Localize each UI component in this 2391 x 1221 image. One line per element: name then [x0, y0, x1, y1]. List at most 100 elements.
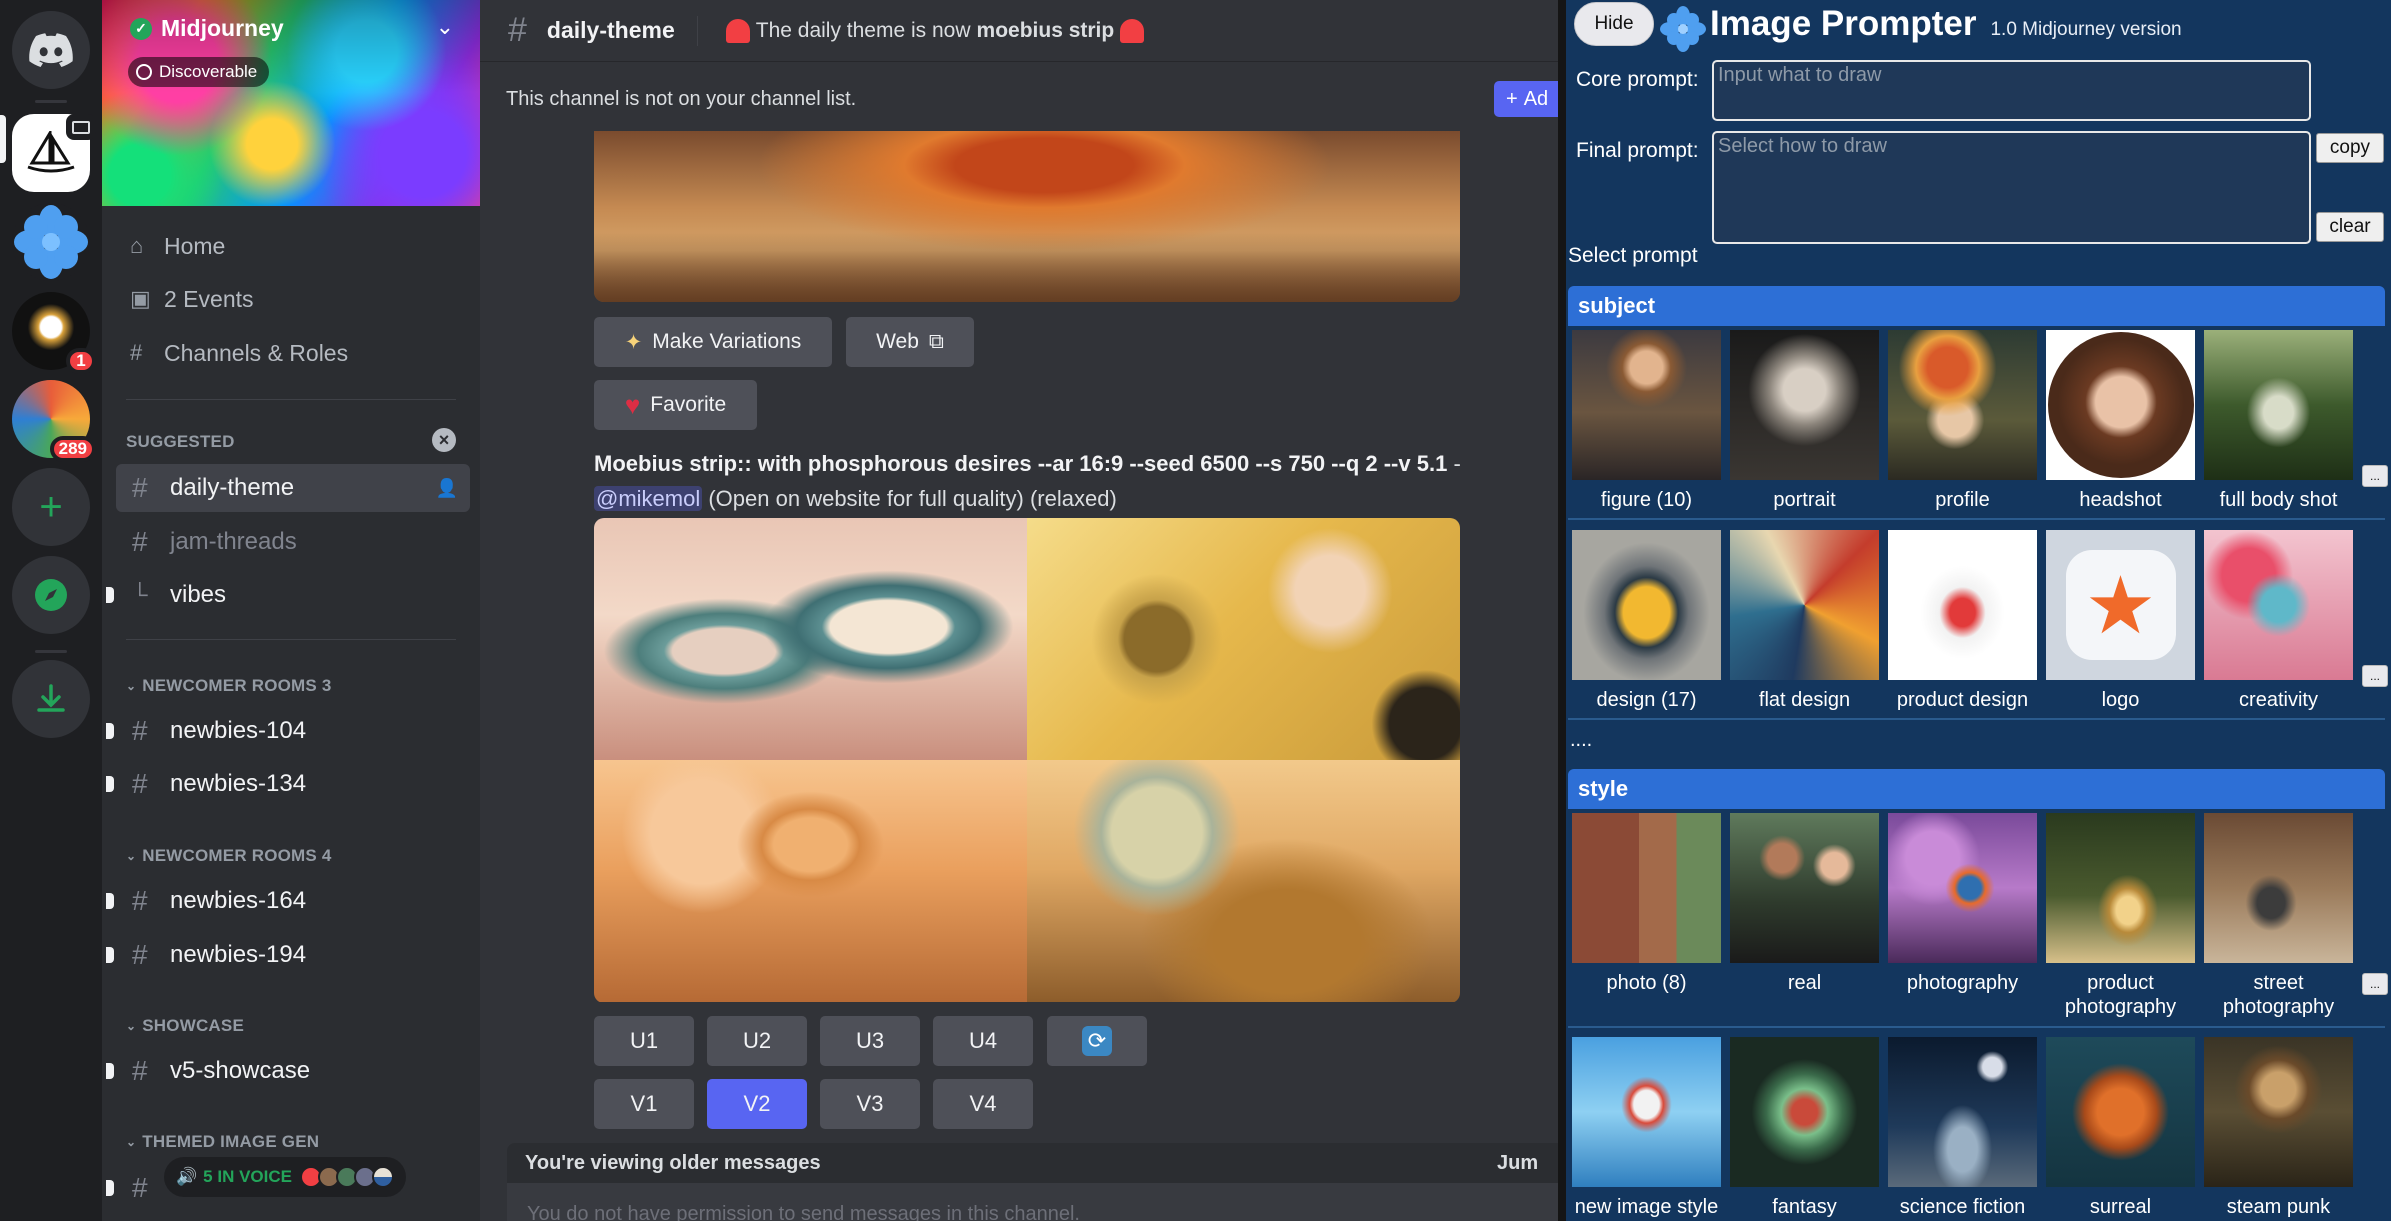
category-label: NEWCOMER ROOMS 3: [142, 676, 332, 695]
grid-image-4[interactable]: [1027, 760, 1460, 1002]
grid-image-3[interactable]: [594, 760, 1027, 1002]
category-showcase[interactable]: ⌄ SHOWCASE: [126, 1016, 244, 1036]
nav-events[interactable]: ▣ 2 Events: [130, 277, 472, 321]
prompt-tile[interactable]: portrait: [1730, 330, 1879, 512]
category-newcomer-4[interactable]: ⌄ NEWCOMER ROOMS 4: [126, 846, 332, 866]
channel-newbies-164[interactable]: # newbies-164: [106, 877, 470, 925]
favorite-button[interactable]: ♥ Favorite: [594, 380, 757, 430]
section-subject[interactable]: subject: [1568, 286, 2385, 326]
category-themed-image-gen[interactable]: ⌄ THEMED IMAGE GEN: [126, 1132, 319, 1152]
make-variations-button[interactable]: ✦ Make Variations: [594, 317, 832, 367]
channel-label: newbies-164: [170, 887, 307, 914]
speaker-icon: 🔊: [176, 1167, 198, 1186]
prompt-tile[interactable]: design (17): [1572, 530, 1721, 712]
prompt-tile[interactable]: figure (10): [1572, 330, 1721, 512]
notice-text: This channel is not on your channel list…: [506, 87, 857, 110]
prompt-tile[interactable]: headshot: [2046, 330, 2195, 512]
hash-icon: #: [132, 939, 148, 970]
variation-1-button[interactable]: V1: [594, 1079, 694, 1129]
variation-3-button[interactable]: V3: [820, 1079, 920, 1129]
discord-home-icon[interactable]: [12, 11, 90, 89]
prompt-tile[interactable]: flat design: [1730, 530, 1879, 712]
add-member-icon[interactable]: 👤: [436, 478, 458, 499]
dragon-server-icon[interactable]: 1: [12, 292, 96, 374]
category-newcomer-3[interactable]: ⌄ NEWCOMER ROOMS 3: [126, 676, 332, 696]
grid-image-2[interactable]: [1027, 518, 1460, 760]
clear-button[interactable]: clear: [2316, 212, 2384, 242]
prompt-tile[interactable]: product photography: [2046, 813, 2195, 1019]
hide-button[interactable]: Hide: [1574, 2, 1654, 46]
chevron-down-icon[interactable]: ⌄: [436, 14, 454, 40]
plus-icon: +: [1506, 87, 1518, 110]
channel-newbies-104[interactable]: # newbies-104: [106, 707, 470, 755]
variation-4-button[interactable]: V4: [933, 1079, 1033, 1129]
channel-topic[interactable]: The daily theme is now moebius strip: [725, 18, 1145, 43]
explore-servers-icon[interactable]: [12, 556, 90, 634]
thread-vibes[interactable]: └ vibes: [106, 571, 470, 619]
prompt-tile[interactable]: product design: [1888, 530, 2037, 712]
copy-button[interactable]: copy: [2316, 133, 2384, 163]
previous-image[interactable]: [594, 131, 1460, 302]
variation-2-button[interactable]: V2: [707, 1079, 807, 1129]
voice-status-pill[interactable]: 🔊 5 IN VOICE: [164, 1157, 406, 1197]
blue-flower-server-icon[interactable]: [12, 203, 90, 281]
core-prompt-input[interactable]: Input what to draw: [1712, 60, 2311, 121]
jump-to-present-link[interactable]: Jum: [1497, 1152, 1538, 1175]
nav-home[interactable]: ⌂ Home: [130, 224, 472, 268]
user-mention[interactable]: @mikemol: [594, 486, 703, 511]
category-suggested[interactable]: SUGGESTED: [126, 432, 235, 452]
flower-logo-icon: [1660, 6, 1706, 52]
prompt-tile[interactable]: full body shot: [2204, 330, 2353, 512]
close-icon[interactable]: ×: [432, 428, 456, 452]
add-server-icon[interactable]: +: [12, 468, 90, 546]
download-apps-icon[interactable]: [12, 660, 90, 738]
hash-icon: #: [132, 885, 148, 916]
channel-v5-showcase[interactable]: # v5-showcase: [106, 1047, 470, 1095]
prompt-tile[interactable]: science fiction: [1888, 1037, 2037, 1219]
reroll-button[interactable]: ⟳: [1047, 1016, 1147, 1066]
web-button[interactable]: Web ⧉: [846, 317, 974, 367]
prompt-tile[interactable]: new image style: [1572, 1037, 1721, 1219]
channel-label: vibes: [170, 581, 227, 608]
prompt-tile[interactable]: fantasy: [1730, 1037, 1879, 1219]
more-button[interactable]: ...: [2362, 665, 2388, 687]
prompt-tile[interactable]: photo (8): [1572, 813, 1721, 995]
globe-icon: [136, 64, 152, 80]
server-rail: 1 289 +: [0, 0, 102, 1221]
upscale-2-button[interactable]: U2: [707, 1016, 807, 1066]
channel-newbies-134[interactable]: # newbies-134: [106, 760, 470, 808]
channel-title: daily-theme: [546, 17, 675, 43]
product-photography-thumbnail: [2046, 813, 2195, 963]
older-text: You're viewing older messages: [525, 1151, 821, 1174]
upscale-3-button[interactable]: U3: [820, 1016, 920, 1066]
section-style[interactable]: style: [1568, 769, 2385, 809]
prompt-tile[interactable]: creativity: [2204, 530, 2353, 712]
upscale-1-button[interactable]: U1: [594, 1016, 694, 1066]
upscale-4-button[interactable]: U4: [933, 1016, 1033, 1066]
voice-label: 5 IN VOICE: [203, 1167, 292, 1186]
channel-jam-threads[interactable]: # jam-threads: [116, 518, 470, 566]
image-grid[interactable]: [594, 518, 1460, 1003]
nav-channels-roles[interactable]: # Channels & Roles: [130, 331, 472, 375]
prompt-tile[interactable]: surreal: [2046, 1037, 2195, 1219]
prompt-tile[interactable]: real: [1730, 813, 1879, 995]
more-subjects-ellipsis[interactable]: ....: [1570, 729, 1592, 752]
final-prompt-input[interactable]: Select how to draw: [1712, 131, 2311, 244]
prompt-tile[interactable]: photography: [1888, 813, 2037, 995]
channel-daily-theme[interactable]: # daily-theme 👤: [116, 464, 470, 512]
midjourney-server-icon[interactable]: [12, 114, 96, 192]
more-button[interactable]: ...: [2362, 465, 2388, 487]
server-header[interactable]: ✓ Midjourney: [130, 15, 284, 42]
add-channel-button[interactable]: + Ad: [1494, 81, 1566, 117]
tile-label: profile: [1935, 489, 1990, 511]
grid-image-1[interactable]: [594, 518, 1027, 760]
prompt-tile[interactable]: ★ logo: [2046, 530, 2195, 712]
community-server-icon[interactable]: 289: [12, 380, 96, 462]
prompt-tile[interactable]: street photography: [2204, 813, 2353, 1019]
street-photography-thumbnail: [2204, 813, 2353, 963]
design-thumbnail: [1572, 530, 1721, 680]
channel-newbies-194[interactable]: # newbies-194: [106, 931, 470, 979]
prompt-tile[interactable]: profile: [1888, 330, 2037, 512]
more-button[interactable]: ...: [2362, 973, 2388, 995]
prompt-tile[interactable]: steam punk: [2204, 1037, 2353, 1219]
